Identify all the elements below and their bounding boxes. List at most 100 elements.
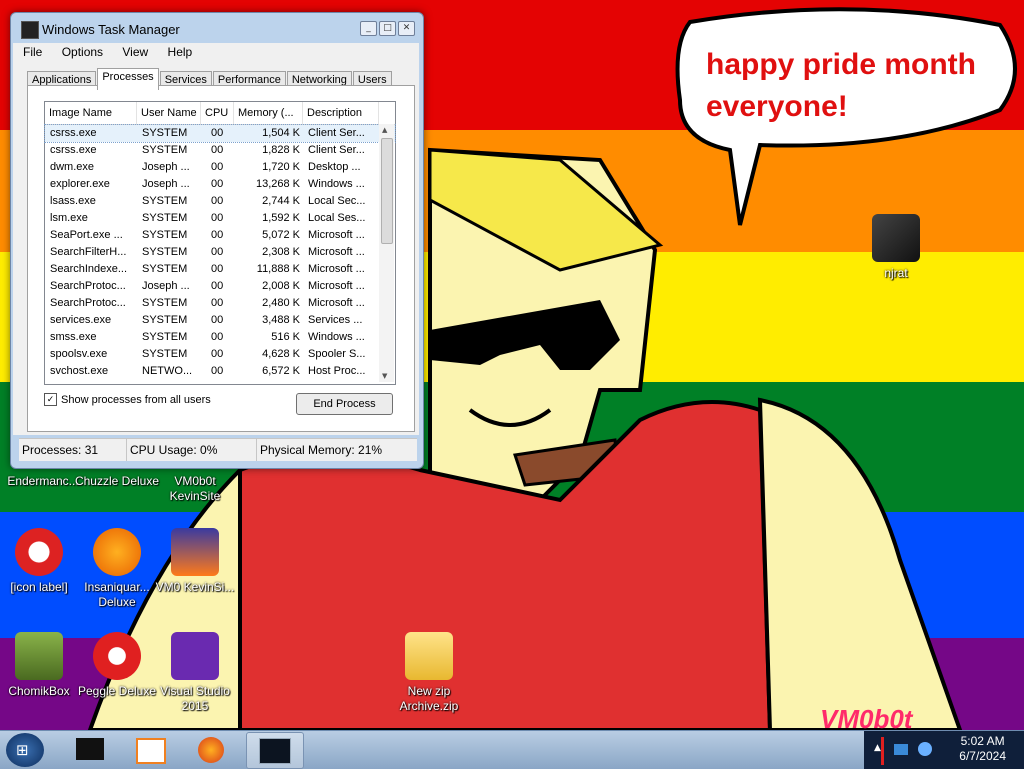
cell-cpu: 00 <box>211 212 224 224</box>
desktop-icon-visual-studio[interactable]: Visual Studio 2015 <box>152 632 238 714</box>
table-row[interactable]: SearchProtoc... SYSTEM 00 2,480 K Microsoft … <box>45 295 395 312</box>
task-manager-window[interactable]: Windows Task Manager _ □ ✕ File Options … <box>10 12 424 469</box>
cell-image-name: services.exe <box>50 314 112 326</box>
table-row[interactable]: services.exe SYSTEM 00 3,488 K Services ... <box>45 312 395 329</box>
table-row[interactable]: lsm.exe SYSTEM 00 1,592 K Local Ses... <box>45 210 395 227</box>
desktop-icon-label: VM0 KevinSi... <box>155 580 235 594</box>
desktop-icon-label: Visual Studio 2015 <box>160 684 230 713</box>
taskbar-app-firefox[interactable] <box>184 732 240 767</box>
cell-description: Microsoft ... <box>308 280 365 292</box>
cell-image-name: SearchFilterH... <box>50 246 127 258</box>
cell-image-name: lsass.exe <box>50 195 96 207</box>
clock[interactable]: 5:02 AM 6/7/2024 <box>959 734 1006 764</box>
desktop-icon-label: Insaniquar... Deluxe <box>84 580 150 609</box>
table-row[interactable]: lsass.exe SYSTEM 00 2,744 K Local Sec... <box>45 193 395 210</box>
cell-memory: 1,720 K <box>262 161 300 173</box>
cell-user-name: Joseph ... <box>142 161 190 173</box>
media-player-icon <box>136 738 166 764</box>
menu-help[interactable]: Help <box>158 43 199 59</box>
process-rows: csrss.exe SYSTEM 00 1,504 K Client Ser... csr… <box>44 124 396 380</box>
table-row[interactable]: SearchProtoc... Joseph ... 00 2,008 K Micros… <box>45 278 395 295</box>
table-row[interactable]: svchost.exe NETWO... 00 6,572 K Host Proc... <box>45 363 395 380</box>
cell-user-name: SYSTEM <box>142 144 188 156</box>
desktop-icon-insaniquarium[interactable]: Insaniquar... Deluxe <box>74 528 160 610</box>
desktop-icon-placeholder[interactable]: [icon label] <box>0 528 82 595</box>
scroll-down-arrow-icon[interactable]: ▼ <box>382 372 387 380</box>
show-all-processes-checkbox[interactable]: ✓ Show processes from all users <box>44 393 211 406</box>
scroll-up-arrow-icon[interactable]: ▲ <box>382 126 387 134</box>
cell-memory: 3,488 K <box>262 314 300 326</box>
cell-image-name: svchost.exe <box>50 365 109 377</box>
column-cpu[interactable]: CPU <box>201 102 234 124</box>
network-icon[interactable] <box>894 744 908 755</box>
peggle-icon <box>93 632 141 680</box>
volume-icon[interactable] <box>918 742 932 756</box>
desktop-icon-chomikbox[interactable]: ChomikBox <box>0 632 82 699</box>
cell-user-name: SYSTEM <box>142 314 188 326</box>
desktop-icon-label: ChomikBox <box>8 684 70 698</box>
cell-image-name: SearchProtoc... <box>50 297 126 309</box>
maximize-button[interactable]: □ <box>379 21 396 36</box>
desktop-icon-peggle[interactable]: Peggle Deluxe <box>74 632 160 699</box>
show-all-processes-label: Show processes from all users <box>61 393 211 406</box>
cell-image-name: dwm.exe <box>50 161 95 173</box>
taskbar-app-task-manager[interactable] <box>246 732 304 769</box>
table-row[interactable]: spoolsv.exe SYSTEM 00 4,628 K Spooler S... <box>45 346 395 363</box>
minimize-button[interactable]: _ <box>360 21 377 36</box>
column-memory[interactable]: Memory (... <box>234 102 303 124</box>
cell-user-name: NETWO... <box>142 365 193 377</box>
table-row[interactable]: csrss.exe SYSTEM 00 1,504 K Client Ser... <box>44 124 396 143</box>
desktop-icon-vm0b0t-kevinsite[interactable]: VM0b0t KevinSite <box>152 474 238 504</box>
cell-description: Local Ses... <box>308 212 366 224</box>
cell-description: Windows ... <box>308 331 365 343</box>
taskbar-app-media-player[interactable] <box>122 732 178 767</box>
checkbox-check-icon[interactable]: ✓ <box>44 393 57 406</box>
scrollbar-thumb[interactable] <box>381 138 393 244</box>
cell-memory: 516 K <box>271 331 300 343</box>
windows-logo-icon: ⊞ <box>16 741 29 759</box>
menu-options[interactable]: Options <box>52 43 109 59</box>
taskbar-app-terminal[interactable] <box>62 732 118 767</box>
end-process-button[interactable]: End Process <box>296 393 393 415</box>
cell-cpu: 00 <box>211 331 224 343</box>
clock-date: 6/7/2024 <box>959 749 1006 763</box>
cell-cpu: 00 <box>211 348 224 360</box>
tab-processes[interactable]: Processes <box>97 68 159 90</box>
column-image-name[interactable]: Image Name <box>45 102 137 124</box>
visual-studio-icon <box>171 632 219 680</box>
table-row[interactable]: csrss.exe SYSTEM 00 1,828 K Client Ser... <box>45 142 395 159</box>
show-hidden-icons-icon[interactable]: ▲ <box>874 743 881 753</box>
cell-image-name: csrss.exe <box>50 127 97 139</box>
process-list[interactable]: Image Name User Name CPU Memory (... Des… <box>44 101 396 385</box>
desktop-icon-label: njrat <box>884 266 908 280</box>
cell-user-name: SYSTEM <box>142 229 188 241</box>
column-description[interactable]: Description <box>303 102 379 124</box>
tray-divider <box>881 737 884 765</box>
vertical-scrollbar[interactable]: ▲ ▼ <box>379 124 394 382</box>
table-row[interactable]: SearchIndexe... SYSTEM 00 11,888 K Microsoft… <box>45 261 395 278</box>
desktop-icon-vm0-kevinsi[interactable]: VM0 KevinSi... <box>152 528 238 595</box>
menu-view[interactable]: View <box>112 43 154 59</box>
table-row[interactable]: SeaPort.exe ... SYSTEM 00 5,072 K Microsoft … <box>45 227 395 244</box>
column-user-name[interactable]: User Name <box>137 102 201 124</box>
start-button[interactable]: ⊞ <box>6 733 44 767</box>
cell-description: Microsoft ... <box>308 297 365 309</box>
table-row[interactable]: dwm.exe Joseph ... 00 1,720 K Desktop ... <box>45 159 395 176</box>
close-button[interactable]: ✕ <box>398 21 415 36</box>
desktop-icon-chuzzle[interactable]: Chuzzle Deluxe <box>74 474 160 489</box>
table-row[interactable]: explorer.exe Joseph ... 00 13,268 K Windows … <box>45 176 395 193</box>
cell-memory: 5,072 K <box>262 229 300 241</box>
table-row[interactable]: SearchFilterH... SYSTEM 00 2,308 K Microsoft… <box>45 244 395 261</box>
table-row[interactable]: smss.exe SYSTEM 00 516 K Windows ... <box>45 329 395 346</box>
cell-user-name: SYSTEM <box>142 331 188 343</box>
desktop-icon-njrat[interactable]: njrat <box>853 214 939 281</box>
processes-panel: Image Name User Name CPU Memory (... Des… <box>27 85 415 432</box>
menu-file[interactable]: File <box>13 43 48 59</box>
cell-image-name: smss.exe <box>50 331 97 343</box>
cell-user-name: SYSTEM <box>142 348 188 360</box>
cell-user-name: SYSTEM <box>142 263 188 275</box>
desktop-icon-new-zip[interactable]: New zip Archive.zip <box>386 632 472 714</box>
title-bar[interactable]: Windows Task Manager _ □ ✕ <box>11 13 423 43</box>
task-manager-icon <box>21 21 39 39</box>
cell-memory: 2,744 K <box>262 195 300 207</box>
